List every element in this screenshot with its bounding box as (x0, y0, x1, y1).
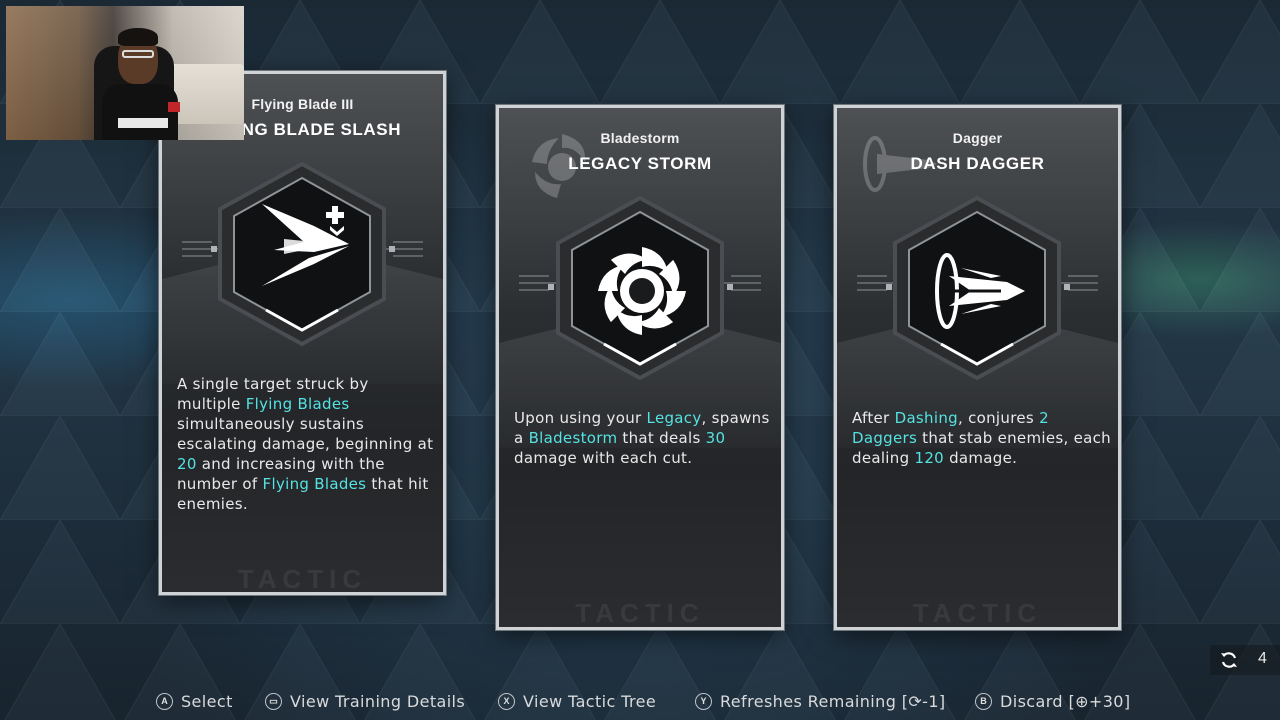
button-hints-bar: A Select ▭ View Training Details X View … (0, 688, 1280, 714)
bladestorm-icon (598, 247, 686, 335)
hint-label: Refreshes Remaining [⟳-1] (720, 691, 946, 711)
hint-label: Discard [⊕+30] (1000, 691, 1131, 711)
description-text: simultaneously sustains escalating damag… (177, 415, 434, 453)
description-text: , conjures (957, 409, 1040, 427)
card-watermark: TACTIC (912, 598, 1043, 628)
a-button-icon: A (156, 692, 173, 710)
description-text: damage with each cut. (514, 449, 693, 467)
description-text: that deals (617, 429, 706, 447)
description-text: After (852, 409, 895, 427)
description-text: Upon using your (514, 409, 647, 427)
card-description: Upon using your Legacy, spawns a Bladest… (514, 408, 774, 468)
y-button-icon: Y (695, 692, 712, 710)
hint-label: View Tactic Tree (523, 691, 657, 711)
hint-select[interactable]: A Select (156, 688, 233, 714)
refresh-count: 4 (1258, 650, 1267, 667)
card-title: DASH DAGGER (910, 154, 1045, 173)
card-description: After Dashing, conjures 2 Daggers that s… (852, 408, 1112, 468)
card-watermark: TACTIC (237, 564, 368, 594)
highlight-keyword: Flying Blades (262, 475, 367, 493)
highlight-keyword: 30 (705, 429, 726, 447)
hint-refreshes-remaining[interactable]: Y Refreshes Remaining [⟳-1] (695, 688, 946, 714)
view-button-icon: ▭ (265, 692, 282, 710)
hint-label: Select (181, 691, 233, 711)
highlight-keyword: Flying Blades (245, 395, 350, 413)
tactic-card-dash-dagger[interactable]: Dagger DASH DAGGER After Dashing, conjur… (834, 105, 1121, 630)
card-title: LEGACY STORM (568, 154, 712, 173)
highlight-keyword: Dashing (894, 409, 958, 427)
card-watermark: TACTIC (575, 598, 705, 628)
b-button-icon: B (975, 692, 992, 710)
card-subtitle: Bladestorm (600, 130, 680, 146)
flying-blade-icon (262, 204, 349, 286)
description-text: damage. (944, 449, 1018, 467)
tactic-card-flying-blade-slash[interactable]: Flying Blade III FLYING BLADE SLASH A si… (159, 71, 446, 595)
hint-view-tactic-tree[interactable]: X View Tactic Tree (498, 688, 656, 714)
hint-discard[interactable]: B Discard [⊕+30] (975, 688, 1131, 714)
highlight-keyword: 120 (914, 449, 945, 467)
streamer-webcam (6, 6, 244, 140)
highlight-keyword: Legacy (646, 409, 702, 427)
dash-dagger-icon (935, 253, 1025, 329)
card-subtitle: Dagger (952, 130, 1003, 146)
hint-view-training-details[interactable]: ▭ View Training Details (265, 688, 465, 714)
x-button-icon: X (498, 692, 515, 710)
card-description: A single target struck by multiple Flyin… (177, 374, 437, 514)
highlight-keyword: Bladestorm (528, 429, 618, 447)
highlight-keyword: 20 (177, 455, 197, 473)
hint-label: View Training Details (290, 691, 466, 711)
refresh-icon (1221, 652, 1237, 668)
tactic-card-legacy-storm[interactable]: Bladestorm LEGACY STORM Upon using your … (496, 105, 784, 630)
